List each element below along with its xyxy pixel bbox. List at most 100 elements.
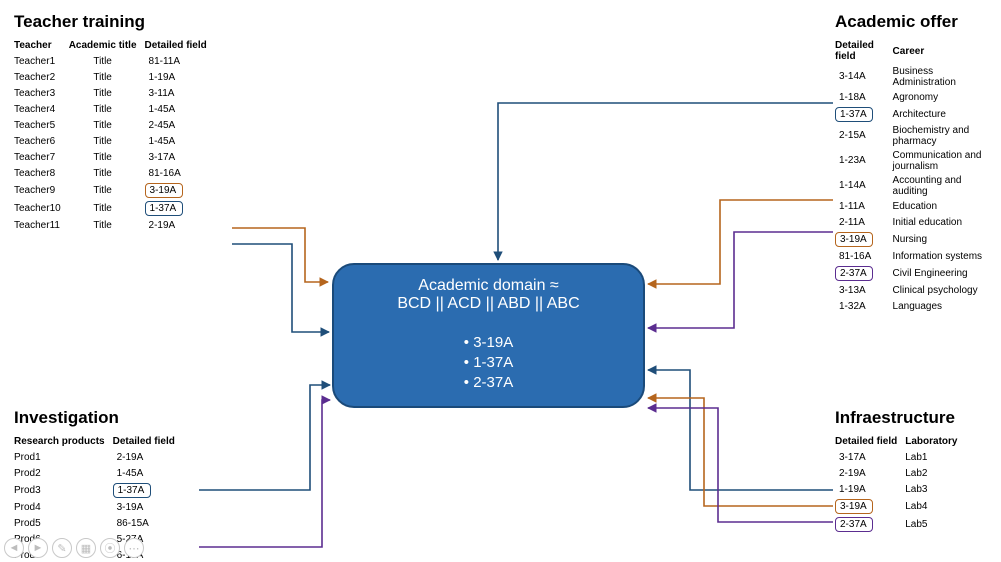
cell-career: Communication and journalism	[893, 148, 1001, 173]
code: 3-17A	[835, 451, 873, 464]
cell-title: Title	[69, 165, 145, 181]
cell-field: 2-11A	[835, 214, 893, 230]
highlighted-code: 3-19A	[145, 183, 183, 198]
cell-field: 2-19A	[145, 217, 215, 233]
zoom-icon[interactable]: ⦿	[100, 538, 120, 558]
cell-field: 1-19A	[835, 481, 905, 497]
cell-teacher: Teacher6	[14, 133, 69, 149]
infrastructure-table: Detailed field Laboratory 3-17ALab12-19A…	[835, 434, 965, 533]
table-row: 1-18A Agronomy	[835, 89, 1001, 105]
table-row: Teacher3Title3-11A	[14, 85, 215, 101]
table-row: 3-13AClinical psychology	[835, 282, 1001, 298]
cell-field: 1-14A	[835, 173, 893, 198]
cell-field: 1-11A	[835, 198, 893, 214]
cell-title: Title	[69, 149, 145, 165]
domain-items: 3-19A1-37A2-37A	[334, 333, 643, 393]
table-row: 1-19ALab3	[835, 481, 965, 497]
cell-field: 1-32A	[835, 298, 893, 314]
infrastructure-section: Infraestructure Detailed field Laborator…	[835, 408, 965, 533]
connector-line	[648, 370, 833, 490]
table-row: Prod21-45A	[14, 465, 183, 481]
col-detailed-field: Detailed field	[835, 434, 905, 449]
cell-product: Prod2	[14, 465, 113, 481]
connector-line	[648, 200, 833, 284]
cell-title: Title	[69, 85, 145, 101]
cell-field: 81-16A	[145, 165, 215, 181]
cell-field: 3-19A	[835, 497, 905, 515]
table-row: Teacher11Title2-19A	[14, 217, 215, 233]
cell-field: 81-16A	[835, 248, 893, 264]
code: 2-19A	[113, 451, 151, 464]
next-slide-icon[interactable]: ►	[28, 538, 48, 558]
code: 1-23A	[835, 154, 873, 167]
table-row: 2-37ALab5	[835, 515, 965, 533]
cell-field: 2-15A	[835, 123, 893, 148]
connector-line	[498, 103, 833, 260]
teacher-training-section: Teacher training Teacher Academic title …	[14, 12, 215, 233]
cell-teacher: Teacher7	[14, 149, 69, 165]
cell-field: 3-13A	[835, 282, 893, 298]
table-row: Teacher10Title1-37A	[14, 199, 215, 217]
col-teacher: Teacher	[14, 38, 69, 53]
prev-slide-icon[interactable]: ◄	[4, 538, 24, 558]
cell-title: Title	[69, 199, 145, 217]
table-row: 1-11AEducation	[835, 198, 1001, 214]
highlighted-code: 2-37A	[835, 266, 873, 281]
more-icon[interactable]: ⋯	[124, 538, 144, 558]
cell-teacher: Teacher3	[14, 85, 69, 101]
table-row: Teacher9Title3-19A	[14, 181, 215, 199]
table-row: Prod12-19A	[14, 449, 183, 465]
domain-item: 3-19A	[334, 333, 643, 353]
cell-teacher: Teacher4	[14, 101, 69, 117]
table-row: 3-19ALab4	[835, 497, 965, 515]
cell-teacher: Teacher1	[14, 53, 69, 69]
cell-field: 3-19A	[835, 230, 893, 248]
table-row: Teacher7Title3-17A	[14, 149, 215, 165]
cell-lab: Lab5	[905, 515, 965, 533]
table-row: 3-14ABusiness Administration	[835, 64, 1001, 89]
infrastructure-title: Infraestructure	[835, 408, 965, 428]
cell-career: Information systems	[893, 248, 1001, 264]
code: 3-13A	[835, 284, 873, 297]
connector-line	[648, 398, 833, 506]
table-row: Teacher6Title1-45A	[14, 133, 215, 149]
table-row: Teacher2Title1-19A	[14, 69, 215, 85]
code: 81-16A	[145, 167, 185, 180]
code: 1-19A	[145, 71, 183, 84]
cell-field: 1-45A	[145, 133, 215, 149]
cell-title: Title	[69, 217, 145, 233]
cell-title: Title	[69, 181, 145, 199]
table-row: Prod43-19A	[14, 499, 183, 515]
cell-career: Civil Engineering	[893, 264, 1001, 282]
cell-product: Prod3	[14, 481, 113, 499]
code: 81-11A	[145, 55, 185, 68]
teacher-training-title: Teacher training	[14, 12, 215, 32]
table-row: Teacher1Title81-11A	[14, 53, 215, 69]
code: 1-11A	[835, 200, 873, 213]
pen-icon[interactable]: ✎	[52, 538, 72, 558]
code: 86-15A	[113, 517, 153, 530]
view-all-icon[interactable]: ▦	[76, 538, 96, 558]
connector-line	[199, 400, 330, 547]
table-row: 2-37A Civil Engineering	[835, 264, 1001, 282]
col-research-products: Research products	[14, 434, 113, 449]
cell-product: Prod4	[14, 499, 113, 515]
code: 1-19A	[835, 483, 873, 496]
connector-line	[199, 385, 330, 490]
cell-product: Prod5	[14, 515, 113, 531]
code: 3-19A	[113, 501, 151, 514]
cell-title: Title	[69, 133, 145, 149]
academic-offer-table: Detailed field Career 3-14ABusiness Admi…	[835, 38, 1001, 314]
connector-line	[648, 232, 833, 328]
cell-lab: Lab4	[905, 497, 965, 515]
domain-item: 1-37A	[334, 353, 643, 373]
cell-career: Architecture	[893, 105, 1001, 123]
cell-field: 81-11A	[145, 53, 215, 69]
cell-field: 1-23A	[835, 148, 893, 173]
highlighted-code: 1-37A	[113, 483, 151, 498]
cell-career: Business Administration	[893, 64, 1001, 89]
highlighted-code: 1-37A	[145, 201, 183, 216]
cell-title: Title	[69, 53, 145, 69]
code: 1-18A	[835, 91, 873, 104]
cell-career: Agronomy	[893, 89, 1001, 105]
